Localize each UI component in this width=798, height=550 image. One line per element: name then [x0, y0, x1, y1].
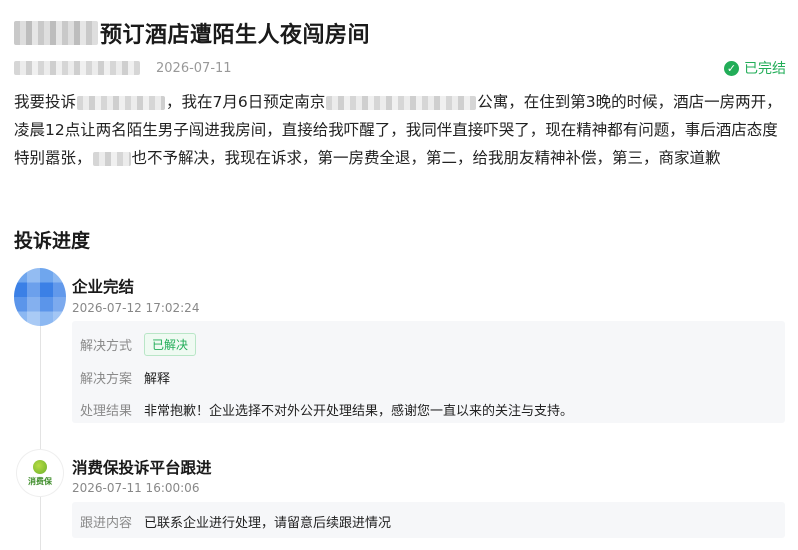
platform-avatar-text: 消费保	[28, 476, 52, 486]
resolution-plan-label: 解决方案	[80, 372, 133, 387]
event-title-platform-followup: 消费保投诉平台跟进	[72, 459, 212, 477]
resolution-plan-row: 解决方案 解释	[80, 368, 170, 387]
complaint-text-2: ，我在7月6日预定南京	[166, 93, 326, 111]
complaint-text-1: 我要投诉	[14, 93, 77, 111]
resolution-plan-value: 解释	[144, 372, 171, 387]
company-avatar	[14, 268, 66, 326]
resolution-method-row: 解决方式 已解决	[80, 333, 197, 356]
redacted-company-name	[14, 21, 98, 45]
check-circle-icon: ✓	[724, 60, 739, 76]
followup-content-value: 已联系企业进行处理，请留意后续跟进情况	[144, 516, 392, 531]
resolution-method-label: 解决方式	[80, 339, 133, 354]
handling-result-row: 处理结果 非常抱歉！企业选择不对外公开处理结果，感谢您一直以来的关注与支持。	[80, 400, 573, 419]
progress-section-title: 投诉进度	[14, 230, 91, 252]
followup-content-row: 跟进内容 已联系企业进行处理，请留意后续跟进情况	[80, 512, 391, 531]
handling-result-label: 处理结果	[80, 404, 133, 419]
status-badge: ✓ 已完结	[724, 58, 786, 78]
event-time-company-closed: 2026-07-12 17:02:24	[72, 301, 200, 315]
event-card-platform-followup: 跟进内容 已联系企业进行处理，请留意后续跟进情况	[72, 502, 785, 538]
complaint-title-row: 预订酒店遭陌生人夜闯房间	[14, 16, 370, 50]
platform-avatar: 消费保	[17, 450, 63, 496]
timeline-line	[40, 316, 41, 550]
complaint-date: 2026-07-11	[156, 60, 232, 76]
complaint-text-4: 也不予解决，我现在诉求，第一房费全退，第二，给我朋友精神补偿，第三，商家道歉	[131, 149, 721, 167]
redacted-text	[326, 95, 477, 110]
event-time-platform-followup: 2026-07-11 16:00:06	[72, 481, 200, 495]
resolved-badge: 已解决	[144, 333, 197, 356]
complaint-title: 预订酒店遭陌生人夜闯房间	[100, 23, 371, 48]
redacted-text	[77, 95, 166, 110]
event-title-company-closed: 企业完结	[72, 278, 135, 296]
redacted-text	[92, 151, 131, 166]
event-card-company-closed: 解决方式 已解决 解决方案 解释 处理结果 非常抱歉！企业选择不对外公开处理结果…	[72, 321, 785, 423]
complaint-body: 我要投诉 ，我在7月6日预定南京 公寓，在住到第3晚的时候，酒店一房两开，凌晨12点…	[14, 88, 786, 172]
followup-content-label: 跟进内容	[80, 516, 133, 531]
redacted-user-name	[14, 61, 140, 75]
status-label: 已完结	[744, 61, 786, 77]
leaf-logo-icon	[33, 459, 47, 474]
complaint-meta: 2026-07-11 ✓ 已完结	[14, 58, 786, 78]
handling-result-value: 非常抱歉！企业选择不对外公开处理结果，感谢您一直以来的关注与支持。	[144, 404, 574, 419]
